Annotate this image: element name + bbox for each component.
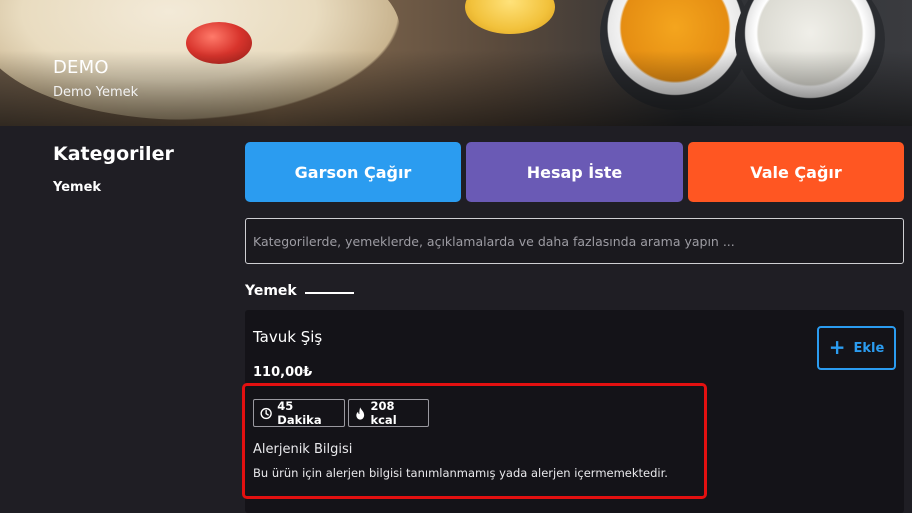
section-title: Yemek: [245, 283, 297, 299]
restaurant-subtitle: Demo Yemek: [53, 85, 139, 100]
product-name: Tavuk Şiş: [253, 328, 323, 346]
hero-overlay: [0, 0, 912, 126]
search-input[interactable]: [245, 218, 904, 264]
highlight-box: [242, 383, 707, 499]
plus-icon: +: [828, 335, 846, 359]
call-waiter-button[interactable]: Garson Çağır: [245, 142, 461, 202]
sidebar-title: Kategoriler: [53, 143, 174, 165]
request-bill-button[interactable]: Hesap İste: [466, 142, 683, 202]
sidebar-item-yemek[interactable]: Yemek: [53, 180, 101, 195]
call-valet-button[interactable]: Vale Çağır: [688, 142, 904, 202]
section-divider: [305, 292, 354, 294]
add-to-cart-button[interactable]: + Ekle: [817, 326, 896, 370]
product-price: 110,00₺: [253, 365, 313, 380]
add-button-label: Ekle: [853, 340, 885, 356]
restaurant-name: DEMO: [53, 57, 109, 78]
hero-banner: [0, 0, 912, 126]
